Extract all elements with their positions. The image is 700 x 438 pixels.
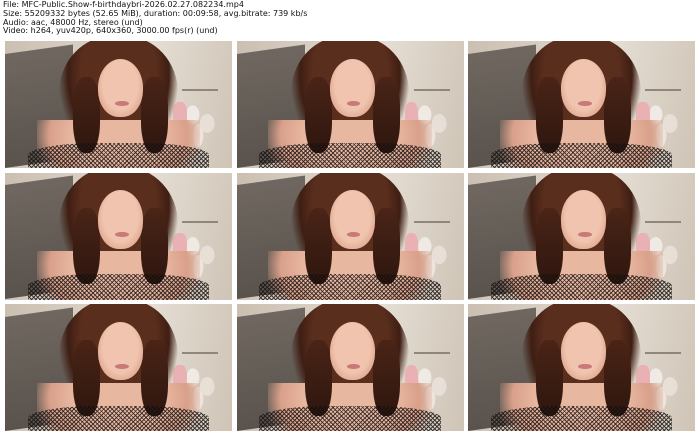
thumbnail-frame-8	[236, 304, 464, 431]
thumbnail-frame-9	[468, 304, 695, 431]
thumbnail-frame-7	[5, 304, 232, 431]
thumbnail-frame-5	[236, 172, 464, 300]
contact-sheet: File: MFC-Public.Show-f-birthdaybri-2026…	[0, 0, 700, 438]
thumbnail-frame-6	[468, 172, 695, 300]
thumbnail-frame-1	[5, 41, 232, 168]
video-info-line: Video: h264, yuv420p, 640x360, 3000.00 f…	[3, 26, 218, 36]
thumbnail-grid	[5, 41, 695, 433]
thumbnail-frame-3	[468, 41, 695, 168]
file-info-header: File: MFC-Public.Show-f-birthdaybri-2026…	[3, 0, 693, 36]
thumbnail-frame-2	[236, 41, 464, 168]
thumbnail-frame-4	[5, 172, 232, 300]
